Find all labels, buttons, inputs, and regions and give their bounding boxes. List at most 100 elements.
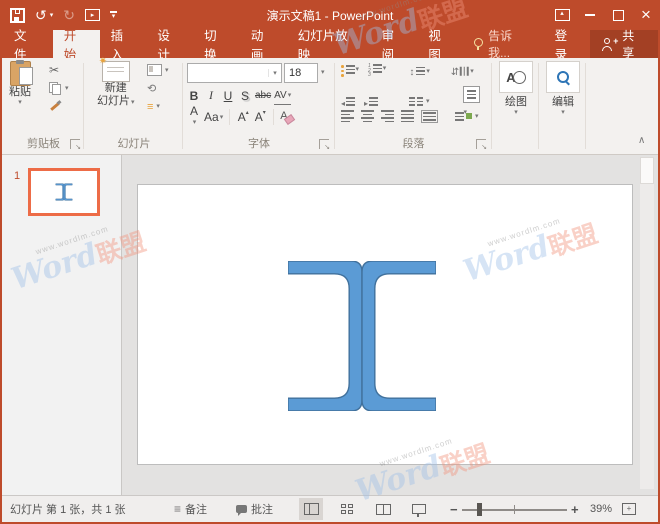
format-painter-button[interactable]: [49, 99, 69, 113]
editing-label: 编辑: [552, 96, 574, 109]
collapse-ribbon-button[interactable]: [638, 132, 645, 146]
tab-file[interactable]: 文件: [0, 30, 53, 58]
numbering-button[interactable]: 123: [368, 64, 386, 78]
font-name-combo[interactable]: ▾: [187, 63, 282, 83]
minimize-button[interactable]: [576, 0, 604, 30]
tab-home[interactable]: 开始: [53, 30, 100, 58]
chevron-down-icon[interactable]: ▾: [268, 69, 281, 77]
reset-button[interactable]: [147, 81, 169, 95]
share-button[interactable]: +共享: [590, 30, 658, 58]
character-spacing-button[interactable]: AV: [274, 86, 291, 105]
close-button[interactable]: [632, 0, 660, 30]
distribute-button[interactable]: [421, 110, 438, 123]
more-icon: [110, 11, 117, 19]
editing-button[interactable]: 编辑 ▾: [546, 61, 580, 117]
paste-label: 粘贴: [9, 86, 31, 99]
tab-animations[interactable]: 动画: [240, 30, 287, 58]
paragraph-dialog-launcher[interactable]: [476, 139, 486, 149]
tab-view[interactable]: 视图: [417, 30, 464, 58]
drawing-button[interactable]: 绘图 ▾: [499, 61, 533, 117]
reading-view-button[interactable]: [371, 498, 395, 520]
undo-button[interactable]: [35, 7, 53, 24]
tab-slideshow[interactable]: 幻灯片放映: [287, 30, 371, 58]
line-spacing-button[interactable]: [409, 64, 430, 78]
new-slide-button[interactable]: 新建 幻灯片: [97, 61, 135, 109]
italic-button[interactable]: I: [204, 87, 218, 105]
strikethrough-button[interactable]: abc: [255, 87, 271, 105]
underline-button[interactable]: U: [221, 87, 235, 105]
redo-button[interactable]: [63, 7, 75, 24]
font-size-combo[interactable]: 18: [284, 63, 318, 83]
double-bracket-shape[interactable]: [288, 261, 436, 411]
smartart-button[interactable]: [455, 112, 479, 121]
slide-sorter-button[interactable]: [335, 498, 359, 520]
align-right-button[interactable]: [381, 110, 394, 122]
decrease-font-size-button[interactable]: A: [253, 108, 267, 126]
notes-button[interactable]: 备注: [174, 496, 207, 522]
text-direction-button[interactable]: [451, 64, 474, 78]
customize-qat-button[interactable]: [110, 11, 117, 19]
sign-in-button[interactable]: 登录: [544, 30, 591, 58]
group-clipboard: 粘贴 ▾ 剪贴板: [3, 58, 84, 154]
decrease-indent-button[interactable]: [341, 95, 355, 109]
align-left-button[interactable]: [341, 110, 354, 122]
comments-button[interactable]: 批注: [236, 496, 273, 522]
font-dialog-launcher[interactable]: [319, 139, 329, 149]
maximize-button[interactable]: [604, 0, 632, 30]
fit-to-window-button[interactable]: [622, 496, 636, 522]
text-shadow-button[interactable]: S: [238, 87, 252, 105]
window-border-left: [0, 0, 2, 524]
align-center-button[interactable]: [361, 110, 374, 122]
save-button[interactable]: [10, 8, 25, 23]
bold-button[interactable]: B: [187, 87, 201, 105]
editing-dropdown-icon[interactable]: ▾: [561, 109, 565, 117]
redo-icon: [63, 7, 75, 24]
paste-dropdown-icon[interactable]: ▾: [18, 99, 22, 107]
text-direction-icon: [451, 64, 460, 78]
notes-label: 备注: [185, 501, 207, 517]
start-slideshow-button[interactable]: [85, 9, 100, 21]
justify-button[interactable]: [401, 110, 414, 122]
font-color-button[interactable]: A: [187, 108, 201, 126]
scrollbar-thumb[interactable]: [640, 157, 654, 184]
copy-icon: [49, 82, 62, 95]
slideshow-icon: [85, 9, 100, 21]
editing-icon: [546, 61, 580, 93]
zoom-slider-thumb[interactable]: [477, 503, 482, 516]
increase-font-size-button[interactable]: A: [236, 108, 250, 126]
section-button[interactable]: [147, 99, 169, 113]
paste-button[interactable]: 粘贴 ▾: [9, 61, 31, 107]
clear-formatting-button[interactable]: [280, 108, 294, 126]
drawing-dropdown-icon[interactable]: ▾: [514, 109, 518, 117]
slide[interactable]: [137, 184, 633, 465]
increase-indent-button[interactable]: [364, 95, 378, 109]
font-size-dropdown-icon[interactable]: ▾: [321, 69, 325, 77]
tab-review[interactable]: 审阅: [371, 30, 418, 58]
fit-to-window-icon: [622, 503, 636, 515]
layout-button[interactable]: [147, 63, 169, 77]
tab-transitions[interactable]: 切换: [193, 30, 240, 58]
vertical-scrollbar[interactable]: [640, 157, 654, 489]
zoom-out-button[interactable]: −: [450, 496, 458, 522]
line-spacing-icon: [409, 64, 416, 78]
magnifier-icon: [556, 70, 570, 84]
cut-button[interactable]: [49, 63, 69, 77]
minimize-icon: [585, 14, 595, 16]
align-text-icon: [463, 86, 480, 103]
zoom-in-button[interactable]: +: [571, 496, 579, 522]
tell-me-label: 告诉我...: [488, 27, 534, 61]
slideshow-view-button[interactable]: [407, 498, 431, 520]
tab-insert[interactable]: 插入: [100, 30, 147, 58]
share-person-icon: +: [602, 38, 617, 51]
clipboard-dialog-launcher[interactable]: [70, 139, 80, 149]
normal-view-button[interactable]: [299, 498, 323, 520]
group-drawing: 绘图 ▾: [492, 58, 539, 154]
zoom-level[interactable]: 39%: [590, 496, 612, 522]
columns-button[interactable]: [409, 97, 430, 106]
tell-me-box[interactable]: 告诉我...: [464, 30, 543, 58]
change-case-button[interactable]: Aa: [204, 108, 223, 126]
tab-design[interactable]: 设计: [146, 30, 193, 58]
bullets-button[interactable]: [341, 65, 359, 77]
slide-thumbnail[interactable]: [28, 168, 100, 216]
copy-button[interactable]: [49, 81, 69, 95]
